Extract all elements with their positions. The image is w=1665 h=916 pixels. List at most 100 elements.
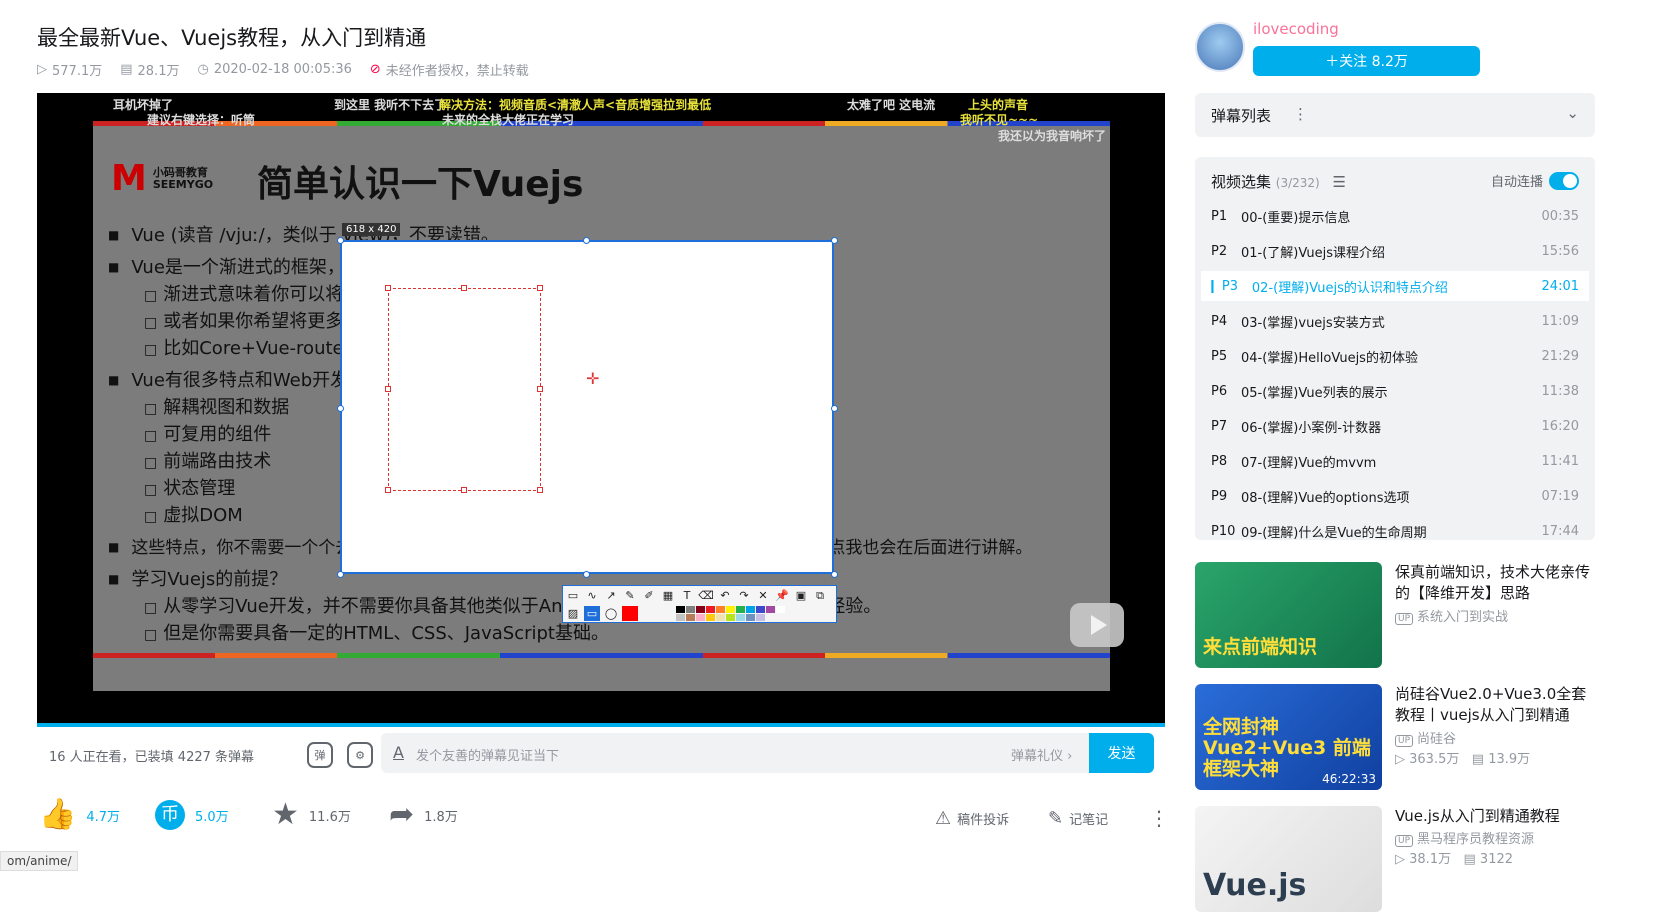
annotation-handle[interactable] <box>385 386 391 392</box>
coin-button[interactable]: 币 5.0万 <box>155 800 229 830</box>
autoplay-control[interactable]: 自动连播 <box>1491 171 1579 190</box>
part-number: P6 <box>1211 383 1228 399</box>
mosaic-tool-icon[interactable]: ▦ <box>660 588 676 603</box>
playlist-item[interactable]: ❙ P3 02-(理解)Vuejs的认识和特点介绍 24:01 <box>1201 271 1589 301</box>
part-title: 01-(了解)Vuejs课程介绍 <box>1241 245 1386 261</box>
rectangle-shape-icon[interactable]: ▭ <box>584 606 600 621</box>
recommended-title[interactable]: Vue.js从入门到精通教程 <box>1395 806 1600 827</box>
favorite-count: 11.6万 <box>308 809 351 825</box>
select-tool-icon[interactable]: ▭ <box>565 588 581 603</box>
recommended-uploader[interactable]: UP 黑马程序员教程资源 <box>1395 828 1534 847</box>
play-button[interactable] <box>1070 603 1124 647</box>
capture-handle[interactable] <box>583 237 590 244</box>
playlist-item[interactable]: P10 09-(理解)什么是Vue的生命周期 17:44 <box>1201 516 1589 541</box>
color-palette[interactable] <box>676 606 786 621</box>
current-color-swatch[interactable] <box>622 606 638 621</box>
uploader-name[interactable]: ilovecoding <box>1253 20 1339 38</box>
favorite-button[interactable]: ★ 11.6万 <box>272 800 351 830</box>
playlist-header: 视频选集 (3/232) ☰ <box>1211 171 1346 192</box>
annotation-handle[interactable] <box>537 386 543 392</box>
notes-button[interactable]: ✎ 记笔记 <box>1048 808 1108 829</box>
more-vertical-icon[interactable]: ⋮ <box>1293 105 1308 123</box>
undo-icon[interactable]: ↶ <box>717 588 733 603</box>
report-button[interactable]: ⚠ 稿件投诉 <box>935 808 1009 829</box>
playlist-item[interactable]: P7 06-(掌握)小案例-计数器 16:20 <box>1201 411 1589 441</box>
recommended-video[interactable]: 全网封神 Vue2+Vue3 前端框架大神 46:22:33 尚硅谷Vue2.0+V… <box>1195 684 1595 794</box>
annotation-handle[interactable] <box>461 487 467 493</box>
fill-pattern-icon[interactable]: ▨ <box>565 606 581 621</box>
up-badge-icon: UP <box>1395 735 1414 747</box>
capture-handle[interactable] <box>831 571 838 578</box>
autoplay-toggle[interactable] <box>1549 171 1579 190</box>
more-options-icon[interactable]: ⋮ <box>1149 806 1169 830</box>
danmaku-input-box[interactable]: A 发个友善的弹幕见证当下 弹幕礼仪 › <box>381 733 1154 773</box>
recommended-uploader[interactable]: UP 系统入门到实战 <box>1395 606 1508 625</box>
recommended-title[interactable]: 尚硅谷Vue2.0+Vue3.0全套教程丨vuejs从入门到精通 <box>1395 684 1600 726</box>
danmaku-list-panel[interactable]: 弹幕列表 ⋮ ⌄ <box>1195 93 1595 137</box>
share-button[interactable]: ➦ 1.8万 <box>389 800 458 830</box>
recommended-video[interactable]: 来点前端知识 保真前端知识，技术大佬亲传的【降维开发】思路 UP 系统入门到实战 <box>1195 562 1595 672</box>
part-duration: 21:29 <box>1541 348 1579 364</box>
close-icon[interactable]: ✕ <box>755 588 771 603</box>
recommended-title[interactable]: 保真前端知识，技术大佬亲传的【降维开发】思路 <box>1395 562 1600 604</box>
star-icon: ★ <box>272 797 299 832</box>
playlist-item[interactable]: P6 05-(掌握)Vue列表的展示 11:38 <box>1201 376 1589 406</box>
capture-handle[interactable] <box>583 571 590 578</box>
capture-handle[interactable] <box>831 237 838 244</box>
danmaku-etiquette-link[interactable]: 弹幕礼仪 › <box>1011 745 1072 764</box>
redo-icon[interactable]: ↷ <box>736 588 752 603</box>
annotation-handle[interactable] <box>385 285 391 291</box>
playlist-item[interactable]: P5 04-(掌握)HelloVuejs的初体验 21:29 <box>1201 341 1589 371</box>
marker-tool-icon[interactable]: ✐ <box>641 588 657 603</box>
warning-icon: ⚠ <box>935 808 952 829</box>
copy-icon[interactable]: ⧉ <box>812 588 828 603</box>
follow-button[interactable]: ＋关注 8.2万 <box>1253 46 1480 76</box>
save-icon[interactable]: ▣ <box>793 588 809 603</box>
annotation-handle[interactable] <box>461 285 467 291</box>
danmaku-item: 我还以为我音响坏了 <box>998 129 1107 143</box>
recommended-video[interactable]: Vue.js Vue.js从入门到精通教程 UP 黑马程序员教程资源 ▷ 38.1万 ▤… <box>1195 806 1595 916</box>
avatar[interactable] <box>1195 22 1245 72</box>
pin-icon[interactable]: 📌 <box>774 588 790 603</box>
part-duration: 11:09 <box>1541 313 1579 329</box>
video-title: 最全最新Vue、Vuejs教程，从入门到精通 <box>37 26 427 50</box>
recommended-uploader[interactable]: UP 尚硅谷 <box>1395 728 1456 747</box>
playlist-item[interactable]: P2 01-(了解)Vuejs课程介绍 15:56 <box>1201 236 1589 266</box>
curve-tool-icon[interactable]: ∿ <box>584 588 600 603</box>
danmaku-input-placeholder[interactable]: 发个友善的弹幕见证当下 <box>416 745 559 764</box>
like-button[interactable]: 👍 4.7万 <box>39 800 120 830</box>
pen-tool-icon[interactable]: ✎ <box>622 588 638 603</box>
video-thumbnail[interactable]: 全网封神 Vue2+Vue3 前端框架大神 46:22:33 <box>1195 684 1382 790</box>
capture-handle[interactable] <box>337 571 344 578</box>
playlist-item[interactable]: P9 08-(理解)Vue的options选项 07:19 <box>1201 481 1589 511</box>
video-thumbnail[interactable]: 来点前端知识 <box>1195 562 1382 668</box>
playlist-item[interactable]: P4 03-(掌握)vuejs安装方式 11:09 <box>1201 306 1589 336</box>
chevron-down-icon[interactable]: ⌄ <box>1566 104 1579 122</box>
capture-handle[interactable] <box>831 405 838 412</box>
annotation-handle[interactable] <box>537 487 543 493</box>
rectangle-annotation[interactable] <box>388 288 541 491</box>
danmaku-bar: 16 人正在看，已装填 4227 条弹幕 弹 ⚙ A 发个友善的弹幕见证当下 弹… <box>37 727 1165 783</box>
eraser-tool-icon[interactable]: ⌫ <box>698 588 714 603</box>
arrow-tool-icon[interactable]: ↗ <box>603 588 619 603</box>
slide-line: 可复用的组件 <box>144 420 271 446</box>
capture-handle[interactable] <box>337 237 344 244</box>
annotation-handle[interactable] <box>385 487 391 493</box>
list-icon[interactable]: ☰ <box>1333 173 1346 191</box>
part-title: 06-(掌握)小案例-计数器 <box>1241 420 1382 436</box>
text-tool-icon[interactable]: T <box>679 588 695 603</box>
action-row: 👍 4.7万 币 5.0万 ★ 11.6万 ➦ 1.8万 ⚠ 稿件投诉 ✎ 记笔… <box>37 800 1169 844</box>
danmaku-settings-icon[interactable]: ⚙ <box>347 742 373 768</box>
share-arrow-icon: ➦ <box>389 797 415 832</box>
danmaku-toggle-icon[interactable]: 弹 <box>307 742 333 768</box>
playlist-item[interactable]: P8 07-(理解)Vue的mvvm 11:41 <box>1201 446 1589 476</box>
playlist-item[interactable]: P1 00-(重要)提示信息 00:35 <box>1201 201 1589 231</box>
ellipse-shape-icon[interactable]: ◯ <box>603 606 619 621</box>
annotation-handle[interactable] <box>537 285 543 291</box>
text-style-icon[interactable]: A <box>393 743 404 762</box>
send-danmaku-button[interactable]: 发送 <box>1089 733 1154 773</box>
part-title: 02-(理解)Vuejs的认识和特点介绍 <box>1251 280 1448 296</box>
capture-handle[interactable] <box>337 405 344 412</box>
video-thumbnail[interactable]: Vue.js <box>1195 806 1382 912</box>
video-player[interactable]: 耳机坏掉了 建议右键选择：听筒 到这里 我听不下去了 解决方法：视频音质<清澈人… <box>37 93 1165 727</box>
